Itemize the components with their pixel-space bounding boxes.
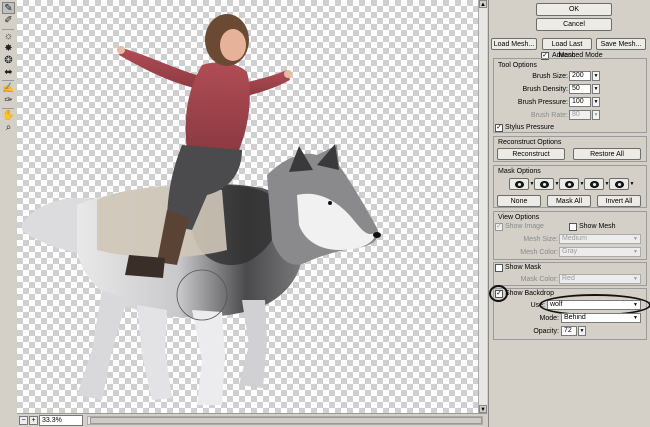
thaw-mask-icon[interactable]: ✑: [2, 95, 15, 107]
restore-all-button[interactable]: Restore All: [573, 148, 641, 160]
view-options-title: View Options: [498, 214, 540, 221]
invert-selection-icon[interactable]: [609, 178, 629, 190]
mask-color-label: Mask Color:: [520, 276, 558, 283]
toolbar-divider: [2, 108, 14, 109]
mesh-color-value: Gray: [562, 248, 578, 255]
show-image-checkbox[interactable]: ✓: [495, 223, 503, 231]
horizontal-scroll-thumb[interactable]: [90, 417, 482, 424]
reconstruct-brush-icon[interactable]: ✐: [2, 15, 15, 27]
show-mesh-checkbox[interactable]: [569, 223, 577, 231]
bloat-icon[interactable]: ❂: [2, 55, 15, 67]
subtract-from-selection-icon[interactable]: [559, 178, 579, 190]
chevron-down-icon: ▼: [633, 276, 638, 282]
show-mask-checkbox[interactable]: [495, 264, 503, 272]
reconstruct-button[interactable]: Reconstruct: [497, 148, 565, 160]
zoom-level-field[interactable]: 33.3%: [39, 415, 83, 426]
toolbar-divider: [2, 29, 14, 30]
mask-all-button[interactable]: Mask All: [547, 195, 591, 207]
mask-none-button[interactable]: None: [497, 195, 541, 207]
ok-button[interactable]: OK: [536, 3, 612, 16]
load-mesh-button[interactable]: Load Mesh...: [491, 38, 537, 50]
brush-rate-label: Brush Rate:: [531, 112, 568, 119]
show-backdrop-label: Show Backdrop: [505, 290, 555, 297]
scroll-up-icon[interactable]: ▲: [479, 0, 487, 8]
chevron-down-icon: ▼: [633, 315, 638, 321]
stylus-pressure-label: Stylus Pressure: [505, 124, 555, 131]
brush-rate-field: 80: [569, 110, 591, 120]
mesh-size-value: Medium: [562, 235, 587, 242]
options-panel: OK Cancel Load Mesh... Load Last Mesh Sa…: [488, 0, 650, 427]
pucker-icon[interactable]: ✸: [2, 43, 15, 55]
load-last-mesh-button[interactable]: Load Last Mesh: [542, 38, 592, 59]
freeze-mask-icon[interactable]: ✍: [2, 83, 15, 95]
show-image-label: Show Image: [505, 223, 544, 230]
brush-size-label: Brush Size:: [532, 73, 568, 80]
mesh-size-select: Medium ▼: [559, 234, 641, 244]
brush-density-dropdown-icon[interactable]: ▼: [592, 84, 600, 94]
mesh-color-label: Mesh Color:: [520, 249, 558, 256]
stylus-pressure-checkbox[interactable]: ✓: [495, 124, 503, 132]
opacity-dropdown-icon[interactable]: ▼: [578, 326, 586, 336]
save-mesh-button[interactable]: Save Mesh...: [596, 38, 646, 50]
twirl-icon[interactable]: ☼: [2, 31, 15, 43]
preview-canvas[interactable]: [17, 0, 480, 413]
brush-pressure-dropdown-icon[interactable]: ▼: [592, 97, 600, 107]
mask-color-select: Red ▼: [559, 274, 641, 284]
zoom-in-icon[interactable]: +: [29, 416, 38, 425]
brush-pressure-field[interactable]: 100: [569, 97, 591, 107]
reconstruct-options-title: Reconstruct Options: [498, 139, 562, 146]
opacity-label: Opacity:: [533, 328, 559, 335]
mask-color-value: Red: [562, 275, 575, 282]
push-left-icon[interactable]: ⬌: [2, 67, 15, 79]
warp-icon[interactable]: ✎: [2, 2, 15, 14]
chevron-down-icon: ▼: [633, 249, 638, 255]
hand-icon[interactable]: ✋: [2, 110, 15, 122]
mesh-color-select: Gray ▼: [559, 247, 641, 257]
scroll-down-icon[interactable]: ▼: [479, 405, 487, 413]
status-bar: − + 33.3%: [17, 413, 487, 427]
brush-density-field[interactable]: 50: [569, 84, 591, 94]
cancel-button[interactable]: Cancel: [536, 18, 612, 31]
toolbar-divider: [2, 80, 14, 81]
tool-options-group: [493, 58, 647, 133]
replace-selection-icon[interactable]: [509, 178, 529, 190]
invert-all-button[interactable]: Invert All: [597, 195, 641, 207]
zoom-icon[interactable]: ⌕: [2, 122, 15, 134]
brush-rate-dropdown-icon: ▼: [592, 110, 600, 120]
show-mask-label: Show Mask: [505, 264, 542, 271]
zoom-out-icon[interactable]: −: [19, 416, 28, 425]
intersect-selection-icon[interactable]: [584, 178, 604, 190]
opacity-field[interactable]: 72: [561, 326, 577, 336]
tools-toolbar: ✎ ✐ ☼ ✸ ❂ ⬌ ✍ ✑ ✋ ⌕: [0, 0, 16, 410]
vertical-scrollbar[interactable]: ▲ ▼: [478, 0, 487, 413]
horizontal-scrollbar[interactable]: [87, 416, 483, 425]
mesh-size-label: Mesh Size:: [523, 236, 558, 243]
backdrop-mode-select[interactable]: Behind ▼: [561, 313, 641, 323]
preview-image: [22, 14, 381, 405]
backdrop-mode-value: Behind: [564, 314, 586, 321]
chevron-down-icon: ▼: [633, 236, 638, 242]
mode-label: Mode:: [539, 315, 559, 322]
brush-size-dropdown-icon[interactable]: ▼: [592, 71, 600, 81]
show-mesh-label: Show Mesh: [579, 223, 616, 230]
mask-options-title: Mask Options: [498, 168, 541, 175]
brush-size-field[interactable]: 200: [569, 71, 591, 81]
show-backdrop-checkbox[interactable]: ✓: [495, 290, 503, 298]
brush-density-label: Brush Density:: [522, 86, 568, 93]
add-to-selection-icon[interactable]: [534, 178, 554, 190]
brush-pressure-label: Brush Pressure:: [517, 99, 568, 106]
invert-selection-dropdown-icon[interactable]: ▼: [629, 178, 635, 190]
tool-options-title: Tool Options: [498, 62, 537, 69]
